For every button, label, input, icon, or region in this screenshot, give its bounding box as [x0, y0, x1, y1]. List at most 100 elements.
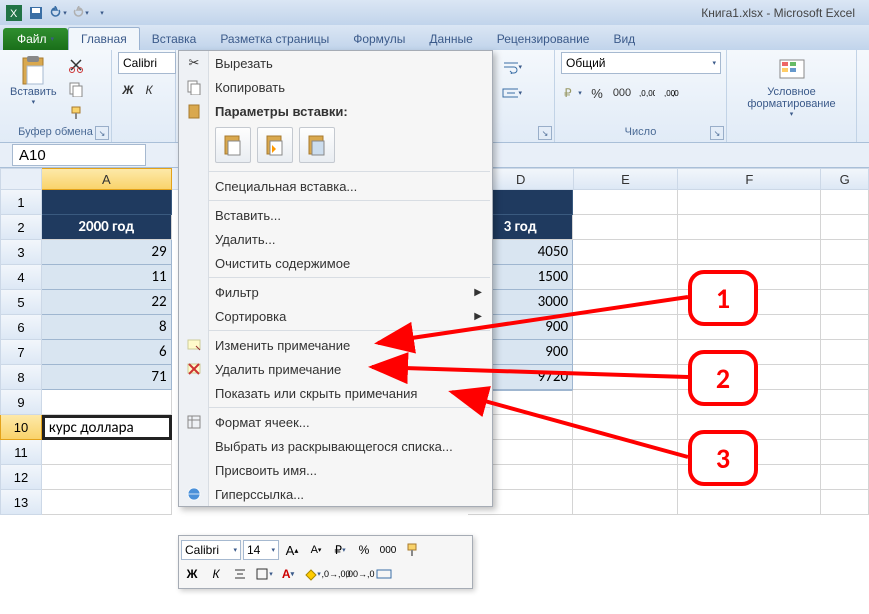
row-header[interactable]: 11: [0, 440, 42, 465]
ctx-insert[interactable]: Вставить...: [179, 203, 492, 227]
comma-icon[interactable]: 000: [611, 82, 633, 104]
conditional-formatting-button[interactable]: Условное форматирование▾: [733, 52, 850, 120]
tab-page-layout[interactable]: Разметка страницы: [208, 28, 341, 50]
merge-icon[interactable]: ▾: [501, 82, 523, 104]
excel-icon[interactable]: X: [4, 3, 24, 23]
cell[interactable]: [573, 390, 678, 415]
dialog-launcher-icon[interactable]: ↘: [538, 126, 552, 140]
percent-icon[interactable]: %: [353, 539, 375, 561]
tab-home[interactable]: Главная: [68, 27, 140, 50]
italic-button[interactable]: К: [205, 563, 227, 585]
cell[interactable]: [821, 365, 869, 390]
format-painter-icon[interactable]: [401, 539, 423, 561]
cell[interactable]: [573, 415, 678, 440]
cell[interactable]: [42, 465, 172, 490]
cell[interactable]: [42, 390, 172, 415]
cell[interactable]: [573, 490, 678, 515]
tab-view[interactable]: Вид: [601, 28, 647, 50]
paste-option-1-icon[interactable]: [215, 127, 251, 163]
ctx-copy[interactable]: Копировать: [179, 75, 492, 99]
cell[interactable]: [821, 315, 869, 340]
cell[interactable]: [821, 415, 869, 440]
ctx-filter[interactable]: Фильтр▶: [179, 280, 492, 304]
accounting-format-icon[interactable]: ₽▾: [329, 539, 351, 561]
cell[interactable]: 29: [42, 240, 172, 265]
cell[interactable]: [573, 315, 678, 340]
cell[interactable]: [821, 440, 869, 465]
decrease-decimal-icon[interactable]: ,00,0: [661, 82, 683, 104]
bold-button[interactable]: Ж: [118, 80, 138, 100]
row-header[interactable]: 9: [0, 390, 42, 415]
row-header[interactable]: 1: [0, 190, 42, 215]
ctx-show-hide-comments[interactable]: Показать или скрыть примечания: [179, 381, 492, 405]
mini-size-combo[interactable]: 14▾: [243, 540, 279, 560]
cell[interactable]: [678, 490, 821, 515]
name-box[interactable]: A10: [12, 144, 146, 166]
row-header[interactable]: 3: [0, 240, 42, 265]
row-header[interactable]: 7: [0, 340, 42, 365]
cell[interactable]: [573, 465, 678, 490]
wrap-text-icon[interactable]: ▾: [501, 56, 523, 78]
ctx-clear[interactable]: Очистить содержимое: [179, 251, 492, 275]
redo-icon[interactable]: ▾: [70, 3, 90, 23]
increase-decimal-icon[interactable]: ,0→,00: [325, 563, 347, 585]
row-header[interactable]: 2: [0, 215, 42, 240]
ctx-edit-comment[interactable]: Изменить примечание: [179, 333, 492, 357]
tab-formulas[interactable]: Формулы: [341, 28, 417, 50]
paste-button[interactable]: Вставить▾: [6, 52, 61, 108]
tab-file[interactable]: Файл▾: [3, 28, 68, 50]
comma-icon[interactable]: 000: [377, 539, 399, 561]
cell[interactable]: [573, 240, 678, 265]
cell[interactable]: [573, 265, 678, 290]
cell[interactable]: [573, 215, 678, 240]
cell[interactable]: [821, 290, 869, 315]
cell[interactable]: 11: [42, 265, 172, 290]
bold-button[interactable]: Ж: [181, 563, 203, 585]
fill-color-icon[interactable]: ▾: [301, 563, 323, 585]
ctx-define-name[interactable]: Присвоить имя...: [179, 458, 492, 482]
ctx-delete-comment[interactable]: Удалить примечание: [179, 357, 492, 381]
percent-icon[interactable]: %: [586, 82, 608, 104]
cell[interactable]: [678, 190, 821, 215]
format-painter-icon[interactable]: [65, 102, 87, 124]
increase-decimal-icon[interactable]: ,0,00: [636, 82, 658, 104]
grow-font-icon[interactable]: A▴: [281, 539, 303, 561]
row-header[interactable]: 13: [0, 490, 42, 515]
row-header[interactable]: 6: [0, 315, 42, 340]
cell[interactable]: [821, 265, 869, 290]
cell[interactable]: 2000 год: [42, 215, 172, 240]
qat-customize-icon[interactable]: ▾: [92, 3, 112, 23]
undo-icon[interactable]: ▾: [48, 3, 68, 23]
col-header-f[interactable]: F: [678, 168, 821, 190]
select-all-corner[interactable]: [0, 168, 42, 190]
font-color-icon[interactable]: A▾: [277, 563, 299, 585]
cell[interactable]: [821, 390, 869, 415]
ctx-paste-special[interactable]: Специальная вставка...: [179, 174, 492, 198]
col-header-g[interactable]: G: [821, 168, 869, 190]
accounting-format-icon[interactable]: ₽▾: [561, 82, 583, 104]
number-format-combo[interactable]: Общий▾: [561, 52, 721, 74]
row-header[interactable]: 4: [0, 265, 42, 290]
col-header-a[interactable]: A: [42, 168, 172, 190]
cell[interactable]: [821, 190, 869, 215]
cell[interactable]: [821, 340, 869, 365]
font-name-combo[interactable]: Calibri: [118, 52, 176, 74]
cut-icon[interactable]: [65, 54, 87, 76]
row-header[interactable]: 12: [0, 465, 42, 490]
cell[interactable]: [821, 490, 869, 515]
dialog-launcher-icon[interactable]: ↘: [710, 126, 724, 140]
paste-option-3-icon[interactable]: [299, 127, 335, 163]
cell[interactable]: [42, 490, 172, 515]
cell[interactable]: 8: [42, 315, 172, 340]
copy-icon[interactable]: [65, 78, 87, 100]
cell[interactable]: [42, 440, 172, 465]
row-header[interactable]: 8: [0, 365, 42, 390]
ctx-pick-from-list[interactable]: Выбрать из раскрывающегося списка...: [179, 434, 492, 458]
cell[interactable]: [573, 440, 678, 465]
cell[interactable]: [821, 215, 869, 240]
cell[interactable]: [42, 190, 172, 215]
dialog-launcher-icon[interactable]: ↘: [95, 126, 109, 140]
cell[interactable]: [573, 365, 678, 390]
cell-selected[interactable]: курс доллара: [42, 415, 172, 440]
cell[interactable]: 6: [42, 340, 172, 365]
